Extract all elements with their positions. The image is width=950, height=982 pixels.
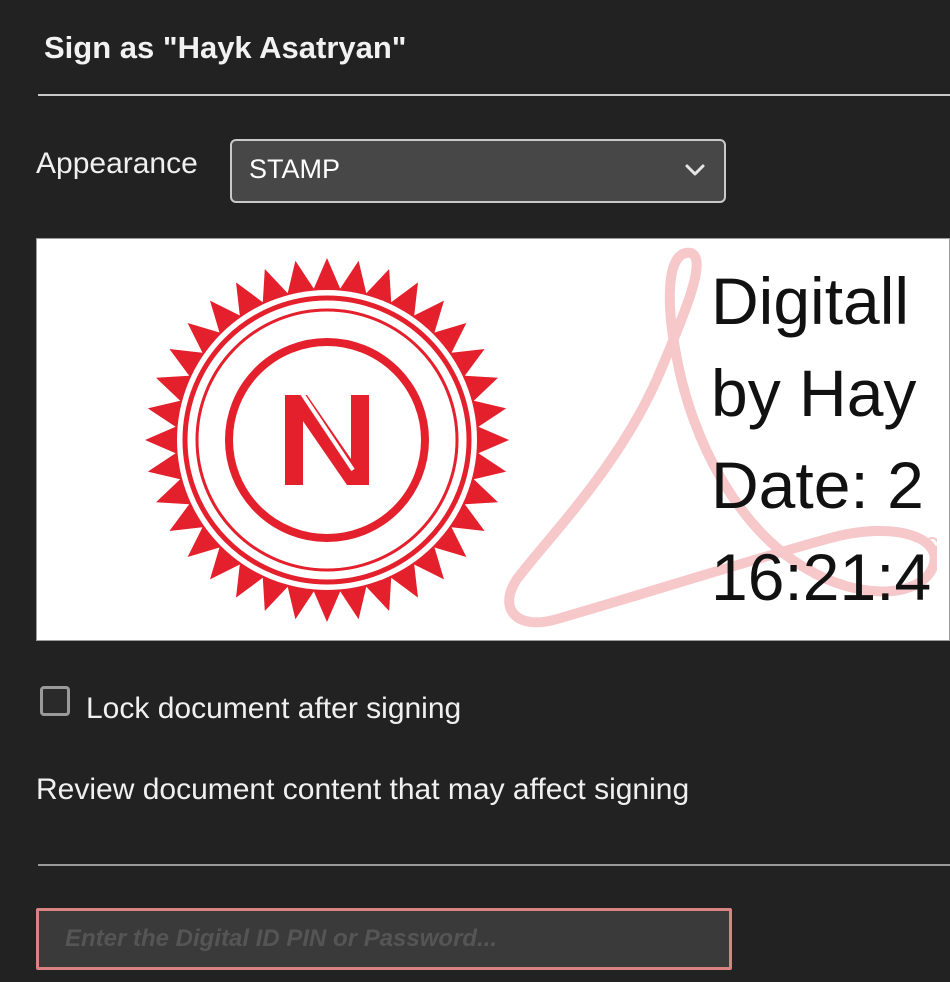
appearance-selected-value: STAMP	[249, 154, 341, 184]
appearance-select[interactable]: STAMP	[230, 139, 726, 203]
lock-document-checkbox[interactable]	[40, 686, 70, 716]
review-content-link[interactable]: Review document content that may affect …	[36, 773, 689, 807]
header-divider	[38, 94, 950, 96]
signature-text-line-1: Digitall	[711, 264, 910, 338]
section-divider	[38, 864, 950, 866]
chevron-down-icon	[685, 164, 705, 176]
signature-text-line-3: Date: 2	[711, 448, 924, 522]
signature-text-line-2: by Hay	[711, 356, 917, 430]
dialog-title: Sign as "Hayk Asatryan"	[44, 30, 407, 65]
pin-password-input[interactable]	[36, 908, 732, 970]
appearance-label: Appearance	[36, 147, 198, 180]
signature-preview: Digitall by Hay Date: 2 16:21:4	[36, 238, 950, 641]
lock-document-label[interactable]: Lock document after signing	[86, 692, 461, 726]
stamp-seal-icon	[145, 258, 509, 622]
signature-text-line-4: 16:21:4	[711, 540, 932, 614]
